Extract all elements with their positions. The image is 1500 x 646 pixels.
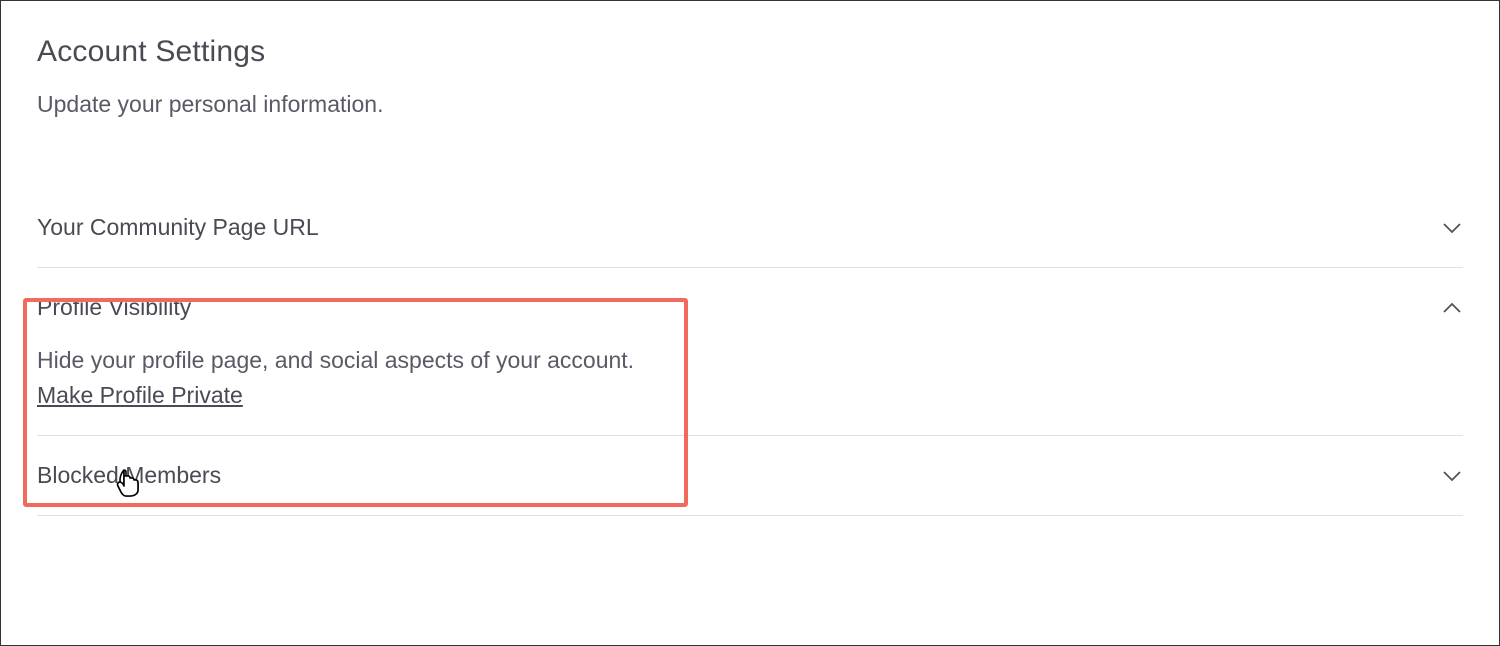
make-profile-private-link[interactable]: Make Profile Private [37,382,243,409]
accordion-section-community-url: Your Community Page URL [37,188,1463,268]
accordion-label: Your Community Page URL [37,214,319,241]
chevron-down-icon [1441,217,1463,239]
accordion-header-community-url[interactable]: Your Community Page URL [37,188,1463,267]
accordion-section-blocked-members: Blocked Members [37,436,1463,516]
accordion-section-profile-visibility: Profile Visibility Hide your profile pag… [37,268,1463,436]
accordion-header-blocked-members[interactable]: Blocked Members [37,436,1463,515]
accordion-header-profile-visibility[interactable]: Profile Visibility [37,268,1463,347]
page-subtitle: Update your personal information. [37,91,1463,118]
chevron-up-icon [1441,297,1463,319]
accordion-label: Profile Visibility [37,294,191,321]
chevron-down-icon [1441,465,1463,487]
accordion-body: Hide your profile page, and social aspec… [37,347,1463,435]
profile-visibility-description: Hide your profile page, and social aspec… [37,347,1463,374]
accordion-label: Blocked Members [37,462,221,489]
page-title: Account Settings [37,35,1463,69]
